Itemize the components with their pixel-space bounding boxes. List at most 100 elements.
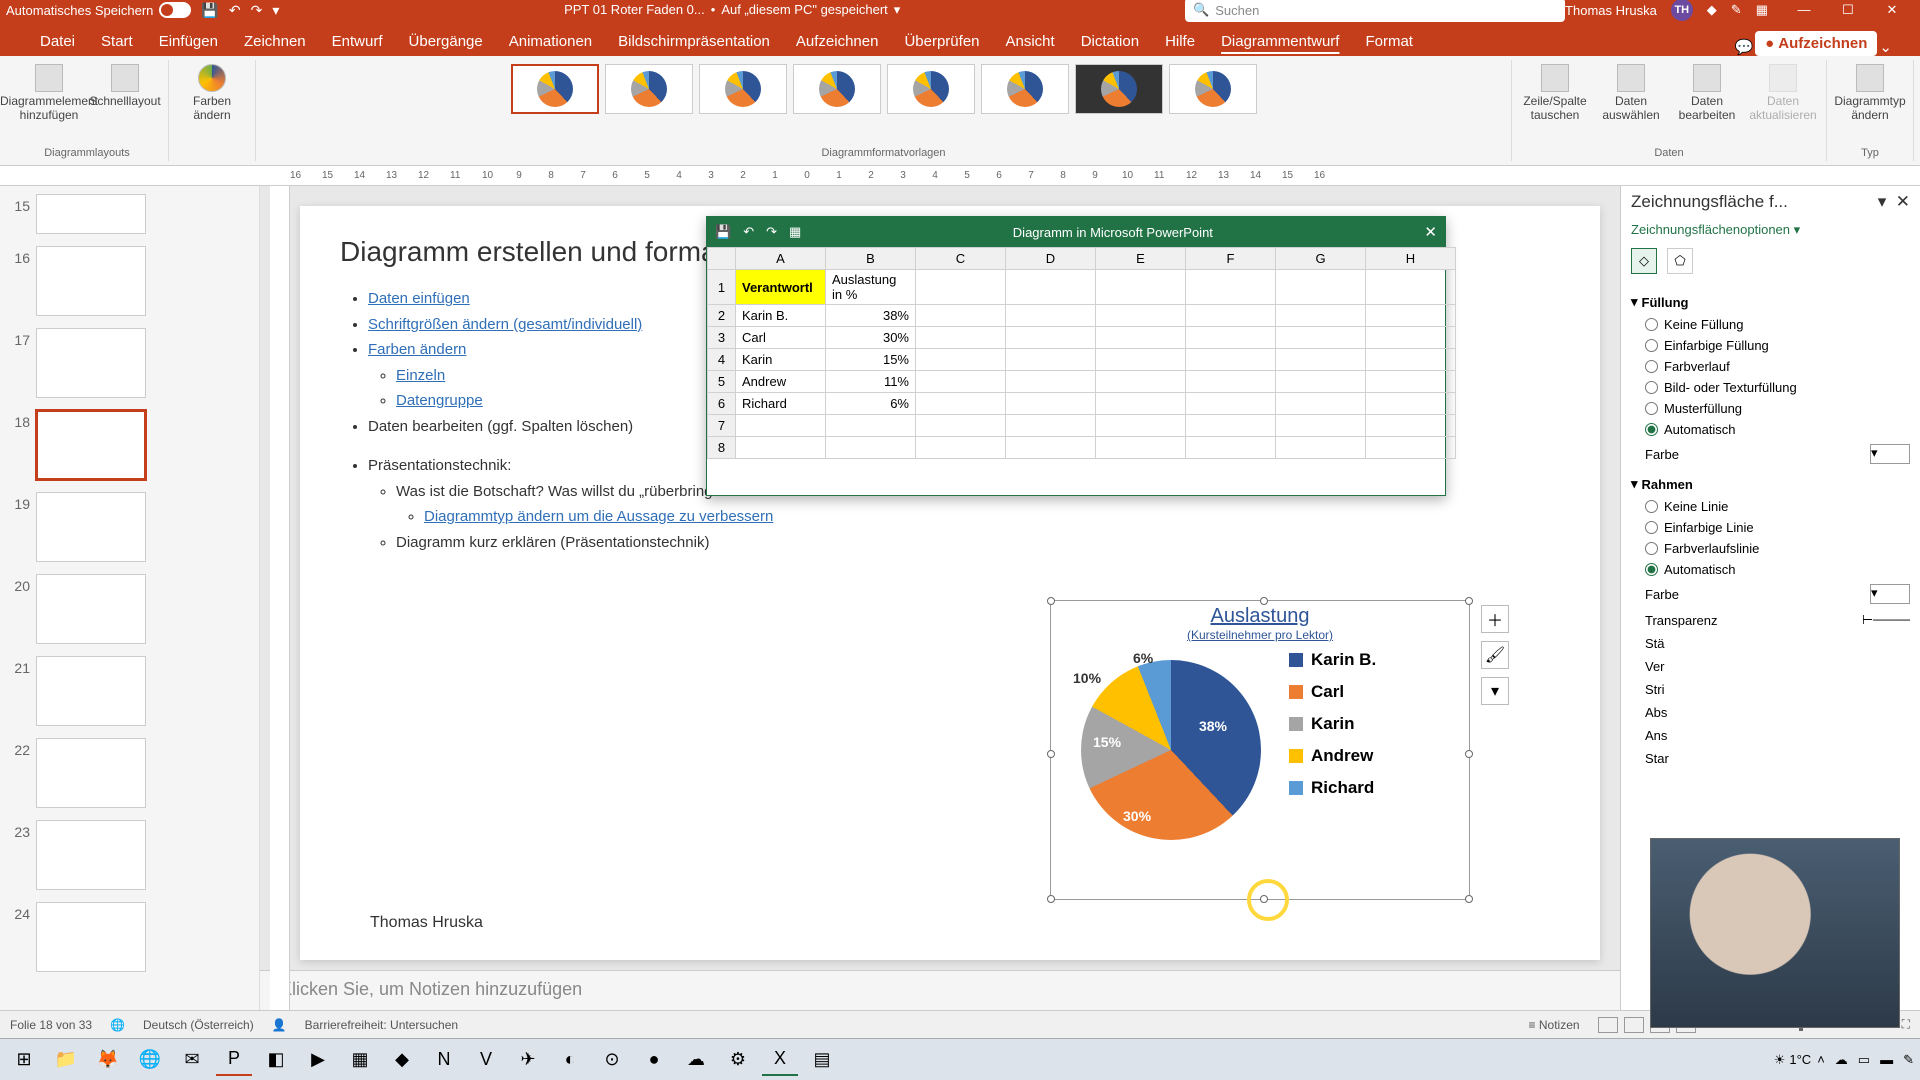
close-button[interactable]: ✕: [1870, 2, 1914, 18]
tab-zeichnen[interactable]: Zeichnen: [232, 27, 318, 56]
tab-datei[interactable]: Datei: [28, 27, 87, 56]
tab-bildschirm[interactable]: Bildschirmpräsentation: [606, 27, 782, 56]
sorter-view-icon[interactable]: [1624, 1017, 1644, 1033]
app-icon[interactable]: ☁: [678, 1044, 714, 1076]
slide-thumb-17[interactable]: [36, 328, 146, 398]
fit-window-icon[interactable]: ⛶: [1902, 1017, 1910, 1032]
user-avatar[interactable]: TH: [1671, 0, 1693, 21]
chrome-icon[interactable]: 🌐: [132, 1044, 168, 1076]
line-color-picker[interactable]: ▾: [1870, 584, 1910, 604]
slide-thumb-19[interactable]: [36, 492, 146, 562]
slide-thumb-24[interactable]: [36, 902, 146, 972]
accessibility-status[interactable]: Barrierefreiheit: Untersuchen: [305, 1018, 458, 1032]
battery-icon[interactable]: ▭: [1858, 1052, 1870, 1068]
app-icon[interactable]: ▦: [342, 1044, 378, 1076]
slide-thumb-21[interactable]: [36, 656, 146, 726]
select-data-button[interactable]: Daten auswählen: [1596, 64, 1666, 122]
telegram-icon[interactable]: ✈: [510, 1044, 546, 1076]
pie-plot-area[interactable]: 38% 30% 15% 10% 6%: [1071, 650, 1271, 850]
chart-style-3[interactable]: [699, 64, 787, 114]
explorer-icon[interactable]: 📁: [48, 1044, 84, 1076]
slide-counter[interactable]: Folie 18 von 33: [10, 1018, 92, 1032]
line-gradient-radio[interactable]: Farbverlaufslinie: [1631, 538, 1910, 559]
close-pane-icon[interactable]: ✕: [1896, 192, 1910, 211]
start-button[interactable]: ⊞: [6, 1044, 42, 1076]
weather-widget[interactable]: ☀ 1°C: [1774, 1052, 1811, 1068]
tab-entwurf[interactable]: Entwurf: [320, 27, 395, 56]
accessibility-icon[interactable]: 👤: [272, 1018, 287, 1032]
pen-icon[interactable]: ✎: [1731, 2, 1742, 18]
fill-section-header[interactable]: ▾ Füllung: [1631, 294, 1910, 310]
tray-chevron-icon[interactable]: ˄: [1817, 1052, 1825, 1067]
excel-redo-icon[interactable]: ↷: [766, 224, 777, 240]
excel-close-icon[interactable]: ✕: [1424, 223, 1437, 241]
more-icon[interactable]: ▾: [272, 2, 279, 19]
app-icon[interactable]: ●: [636, 1044, 672, 1076]
excel-undo-icon[interactable]: ↶: [743, 224, 754, 240]
tab-ueberpruefen[interactable]: Überprüfen: [892, 27, 991, 56]
fill-tab-icon[interactable]: ◇: [1631, 248, 1657, 274]
tab-einfuegen[interactable]: Einfügen: [147, 27, 230, 56]
excel-save-icon[interactable]: 💾: [715, 224, 731, 240]
chevron-down-icon[interactable]: ▾: [1878, 192, 1887, 211]
slide-thumb-20[interactable]: [36, 574, 146, 644]
toggle-switch[interactable]: [159, 2, 191, 18]
tab-aufzeichnen[interactable]: Aufzeichnen: [784, 27, 891, 56]
slide-thumb-16[interactable]: [36, 246, 146, 316]
chart-style-8[interactable]: [1169, 64, 1257, 114]
tab-animationen[interactable]: Animationen: [497, 27, 604, 56]
tray-icon[interactable]: ✎: [1903, 1052, 1914, 1068]
tab-diagrammentwurf[interactable]: Diagrammentwurf: [1209, 27, 1351, 56]
settings-icon[interactable]: ⚙: [720, 1044, 756, 1076]
fill-pattern-radio[interactable]: Musterfüllung: [1631, 398, 1910, 419]
excel-icon[interactable]: X: [762, 1044, 798, 1076]
fill-picture-radio[interactable]: Bild- oder Texturfüllung: [1631, 377, 1910, 398]
change-chart-type-button[interactable]: Diagrammtyp ändern: [1835, 64, 1905, 122]
chart-title[interactable]: Auslastung: [1051, 605, 1469, 628]
fill-none-radio[interactable]: Keine Füllung: [1631, 314, 1910, 335]
tab-start[interactable]: Start: [89, 27, 145, 56]
add-chart-element-button[interactable]: Diagrammelement hinzufügen: [14, 64, 84, 122]
tab-dictation[interactable]: Dictation: [1069, 27, 1151, 56]
app-icon[interactable]: ▤: [804, 1044, 840, 1076]
maximize-button[interactable]: ☐: [1826, 2, 1870, 18]
user-name[interactable]: Thomas Hruska: [1565, 3, 1657, 18]
vlc-icon[interactable]: ▶: [300, 1044, 336, 1076]
chart-style-6[interactable]: [981, 64, 1069, 114]
chart-style-5[interactable]: [887, 64, 975, 114]
switch-row-col-button[interactable]: Zeile/Spalte tauschen: [1520, 64, 1590, 122]
excel-grid[interactable]: ABCDEFGH 1VerantwortlAuslastung in % 2Ka…: [707, 247, 1456, 459]
record-button[interactable]: Aufzeichnen: [1755, 31, 1877, 56]
quick-layout-button[interactable]: Schnelllayout: [90, 64, 160, 108]
tab-ansicht[interactable]: Ansicht: [994, 27, 1067, 56]
tab-hilfe[interactable]: Hilfe: [1153, 27, 1207, 56]
powerpoint-icon[interactable]: P: [216, 1044, 252, 1076]
autosave-toggle[interactable]: Automatisches Speichern: [6, 2, 191, 18]
chart-legend[interactable]: Karin B.CarlKarinAndrewRichard: [1289, 650, 1376, 850]
visio-icon[interactable]: V: [468, 1044, 504, 1076]
onenote-icon[interactable]: N: [426, 1044, 462, 1076]
minimize-button[interactable]: —: [1782, 2, 1826, 18]
fill-gradient-radio[interactable]: Farbverlauf: [1631, 356, 1910, 377]
outlook-icon[interactable]: ✉: [174, 1044, 210, 1076]
chart-filter-icon[interactable]: ▾: [1481, 677, 1509, 705]
normal-view-icon[interactable]: [1598, 1017, 1618, 1033]
app-icon[interactable]: ◧: [258, 1044, 294, 1076]
chart-plus-icon[interactable]: ＋: [1481, 605, 1509, 633]
collapse-ribbon-icon[interactable]: ⌄: [1879, 38, 1892, 56]
chart-style-2[interactable]: [605, 64, 693, 114]
slide-thumb-15[interactable]: [36, 194, 146, 234]
lang-icon[interactable]: 🌐: [110, 1018, 125, 1032]
slide-thumbnails[interactable]: 15161718192021222324: [0, 186, 260, 1010]
line-solid-radio[interactable]: Einfarbige Linie: [1631, 517, 1910, 538]
edit-data-button[interactable]: Daten bearbeiten: [1672, 64, 1742, 122]
search-box[interactable]: 🔍 Suchen: [1185, 0, 1565, 22]
chart-subtitle[interactable]: (Kursteilnehmer pro Lektor): [1051, 628, 1469, 642]
app-icon[interactable]: ▦: [1756, 2, 1768, 18]
redo-icon[interactable]: ↷: [251, 2, 263, 19]
tab-format[interactable]: Format: [1353, 27, 1425, 56]
tab-uebergaenge[interactable]: Übergänge: [397, 27, 495, 56]
chart-style-7[interactable]: [1075, 64, 1163, 114]
line-none-radio[interactable]: Keine Linie: [1631, 496, 1910, 517]
slide-thumb-22[interactable]: [36, 738, 146, 808]
